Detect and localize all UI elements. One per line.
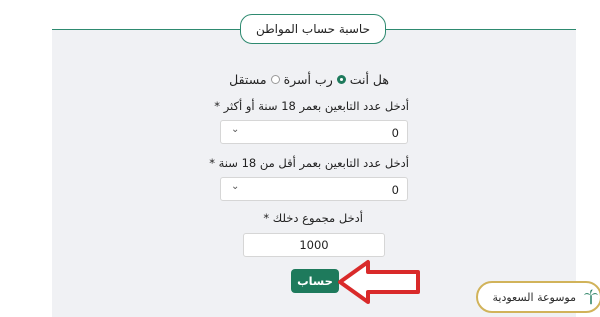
minors-count-select[interactable]: 0 ⌄	[220, 177, 408, 201]
adults-count-label: أدخل عدد التابعين بعمر 18 سنة أو أكثر *	[214, 99, 409, 113]
radio-head-of-family-label[interactable]: رب أسرة	[284, 72, 333, 87]
form-title-text: حاسبة حساب المواطن	[255, 22, 371, 36]
radio-independent[interactable]	[270, 75, 280, 84]
chevron-down-icon: ⌄	[231, 181, 240, 192]
income-input[interactable]: 1000	[243, 233, 385, 257]
minors-count-value: 0	[391, 183, 399, 197]
adults-count-select[interactable]: 0 ⌄	[220, 120, 408, 144]
income-label: أدخل مجموع دخلك *	[263, 211, 363, 225]
site-logo-text: موسوعة السعودية	[492, 290, 577, 304]
radio-independent-label[interactable]: مستقل	[229, 72, 266, 87]
question-label: هل أنت	[349, 72, 389, 87]
palm-tree-icon	[583, 289, 599, 305]
income-value: 1000	[299, 238, 329, 252]
calculate-button[interactable]: حساب	[291, 269, 339, 293]
chevron-down-icon: ⌄	[231, 124, 240, 135]
radio-head-of-family[interactable]	[336, 75, 346, 84]
calculate-button-label: حساب	[297, 274, 333, 288]
red-arrow-icon	[338, 260, 420, 304]
family-type-radio-group: هل أنت رب أسرة مستقل	[229, 72, 389, 87]
minors-count-label: أدخل عدد التابعين بعمر أقل من 18 سنة *	[209, 156, 409, 170]
form-title: حاسبة حساب المواطن	[240, 14, 386, 44]
adults-count-value: 0	[391, 126, 399, 140]
site-logo-badge: موسوعة السعودية	[476, 281, 600, 313]
